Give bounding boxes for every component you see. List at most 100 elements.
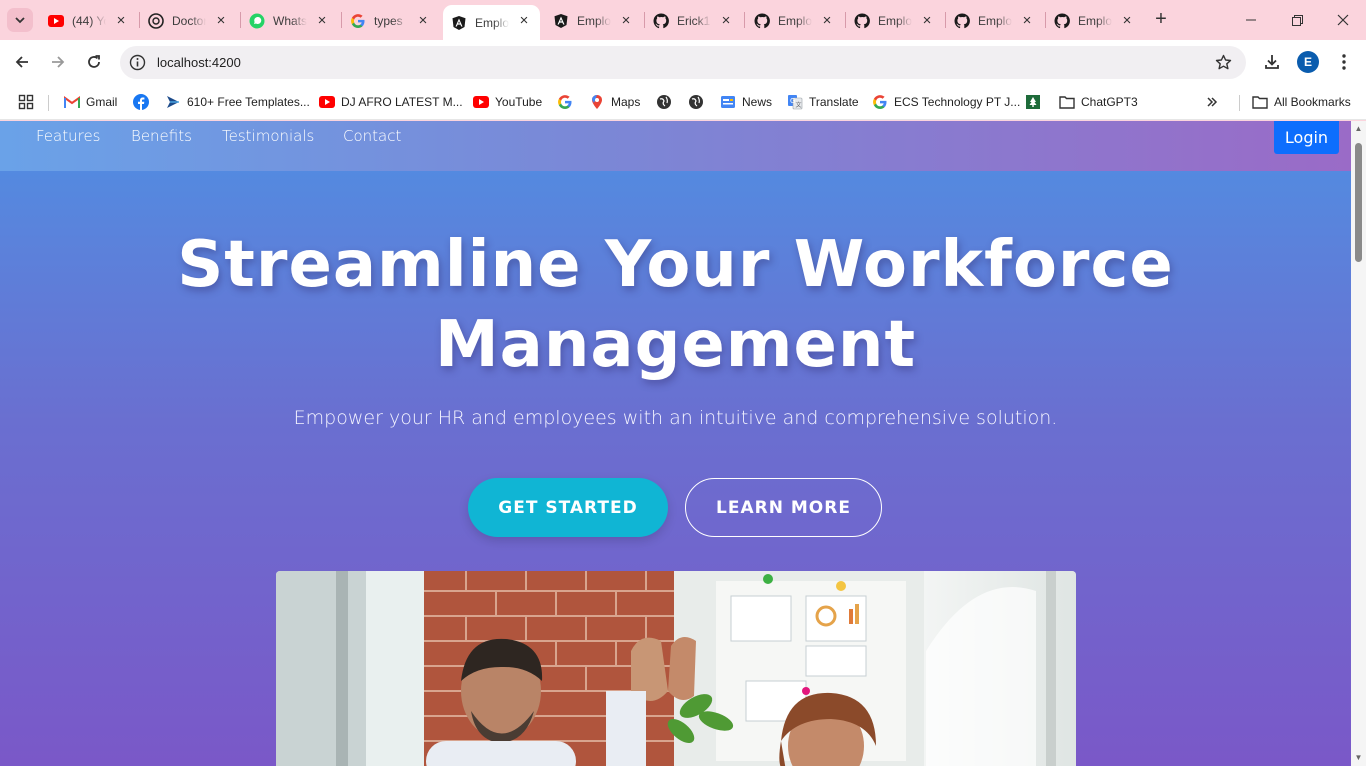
forward-button[interactable] [44, 48, 72, 76]
tab-strip: (44) YouTube × Doctor × WhatsApp × types… [0, 0, 1366, 40]
nav-link-testimonials[interactable]: Testimonials [222, 127, 314, 145]
chevron-double-right-icon [1204, 94, 1220, 110]
more-menu-icon[interactable] [1337, 53, 1351, 76]
learn-more-button[interactable]: LEARN MORE [685, 478, 882, 537]
globe-icon [688, 94, 704, 110]
close-icon[interactable]: × [213, 13, 229, 29]
close-icon[interactable]: × [113, 13, 129, 29]
close-icon[interactable]: × [919, 13, 935, 29]
site-navbar: Features Benefits Testimonials Contact L… [0, 121, 1351, 171]
more-bookmarks-button[interactable] [1204, 92, 1226, 112]
youtube-icon [473, 94, 489, 110]
svg-text:文: 文 [796, 101, 802, 109]
bookmark-gmail[interactable]: Gmail [64, 92, 117, 112]
back-button[interactable] [8, 48, 36, 76]
address-bar[interactable]: localhost:4200 [120, 46, 1246, 79]
nav-link-features[interactable]: Features [36, 127, 101, 145]
bookmark-templates[interactable]: 610+ Free Templates... [165, 92, 310, 112]
bookmark-facebook[interactable] [133, 92, 155, 112]
bookmark-folder-chatgpt3[interactable]: ChatGPT3 [1059, 92, 1138, 112]
close-icon[interactable]: × [618, 13, 634, 29]
bookmark-ecs[interactable]: ECS Technology PT J... [872, 92, 1020, 112]
scrollbar-thumb[interactable] [1355, 143, 1362, 262]
close-icon[interactable]: × [314, 13, 330, 29]
hero-title-line-2: Management [434, 308, 917, 382]
tab-types[interactable]: types × [342, 7, 439, 34]
tab-title: WhatsApp [273, 13, 307, 28]
tab-title: Employee [577, 13, 611, 28]
bookmarks-bar: Gmail 610+ Free Templates... DJ AFRO LAT… [0, 85, 1366, 120]
tab-whatsapp[interactable]: WhatsApp × [241, 7, 338, 34]
chevron-down-icon [15, 17, 25, 24]
scroll-down-icon[interactable]: ▼ [1354, 753, 1363, 762]
google-icon [350, 13, 366, 29]
bookmark-dj-afro[interactable]: DJ AFRO LATEST M... [319, 92, 463, 112]
tab-title: Employee [1078, 13, 1112, 28]
tab-github[interactable]: Employee × [1046, 7, 1143, 34]
star-icon[interactable] [1215, 54, 1232, 76]
tab-title: Doctor [172, 13, 206, 28]
nav-link-contact[interactable]: Contact [343, 127, 401, 145]
restore-button[interactable] [1274, 0, 1320, 40]
close-icon[interactable]: × [1119, 13, 1135, 29]
globe-icon [656, 94, 672, 110]
hero-image [276, 571, 1076, 766]
tab-youtube[interactable]: (44) YouTube × [40, 7, 137, 34]
google-icon [872, 94, 888, 110]
bookmark-translate[interactable]: G文 Translate [787, 92, 859, 112]
translate-icon: G文 [787, 94, 803, 110]
tab-title: Employee [978, 13, 1012, 28]
gmail-icon [64, 94, 80, 110]
bookmark-news[interactable]: News [720, 92, 772, 112]
login-button[interactable]: Login [1274, 121, 1339, 154]
news-icon [720, 94, 736, 110]
github-icon [854, 12, 870, 29]
close-icon[interactable]: × [1019, 13, 1035, 29]
hero-subtitle: Empower your HR and employees with an in… [293, 407, 1058, 429]
close-icon[interactable]: × [415, 13, 431, 29]
bookmark-maps[interactable]: Maps [589, 92, 640, 112]
tab-title: Erick1 [677, 13, 711, 28]
browser-toolbar: localhost:4200 E [0, 40, 1366, 85]
reload-button[interactable] [80, 48, 108, 76]
maps-icon [589, 94, 605, 110]
page-content: Features Benefits Testimonials Contact L… [0, 121, 1351, 766]
info-icon[interactable] [129, 54, 146, 71]
tab-employee[interactable]: Employee × [545, 7, 642, 34]
minimize-button[interactable] [1228, 0, 1274, 40]
tab-github[interactable]: Employee × [946, 7, 1043, 34]
tab-doctor[interactable]: Doctor × [140, 7, 237, 34]
folder-icon [1059, 94, 1075, 110]
close-icon[interactable]: × [516, 13, 532, 29]
get-started-button[interactable]: GET STARTED [468, 478, 668, 537]
scroll-up-icon[interactable]: ▲ [1354, 124, 1363, 133]
all-bookmarks-button[interactable]: All Bookmarks [1252, 92, 1351, 112]
reload-icon [88, 55, 100, 68]
whatsapp-icon [249, 13, 265, 29]
bookmark-youtube[interactable]: YouTube [473, 92, 542, 112]
close-icon[interactable]: × [718, 13, 734, 29]
close-window-button[interactable] [1320, 0, 1366, 40]
bookmark-globe[interactable] [688, 92, 710, 112]
page-scrollbar[interactable]: ▲ ▼ [1351, 121, 1366, 766]
new-tab-button[interactable]: + [1150, 8, 1172, 32]
url-text[interactable]: localhost:4200 [157, 55, 241, 70]
tab-employee-active[interactable]: Employee × [443, 5, 540, 40]
bookmark-google[interactable] [557, 92, 579, 112]
tab-search-button[interactable] [7, 8, 33, 32]
hero-title: Streamline Your Workforce Management [0, 225, 1351, 385]
nav-link-benefits[interactable]: Benefits [131, 127, 192, 145]
angular-icon [553, 13, 569, 29]
bookmark-tree[interactable] [1025, 92, 1047, 112]
github-icon [954, 12, 970, 29]
tab-github[interactable]: Employee × [846, 7, 943, 34]
apps-icon[interactable] [18, 92, 34, 112]
bookmark-globe[interactable] [656, 92, 678, 112]
tab-github[interactable]: Erick1 × [645, 7, 742, 34]
folder-icon [1252, 94, 1268, 110]
tab-github[interactable]: Employee × [746, 7, 843, 34]
google-icon [557, 94, 573, 110]
download-icon[interactable] [1263, 53, 1281, 76]
close-icon[interactable]: × [819, 13, 835, 29]
avatar[interactable]: E [1297, 51, 1319, 73]
